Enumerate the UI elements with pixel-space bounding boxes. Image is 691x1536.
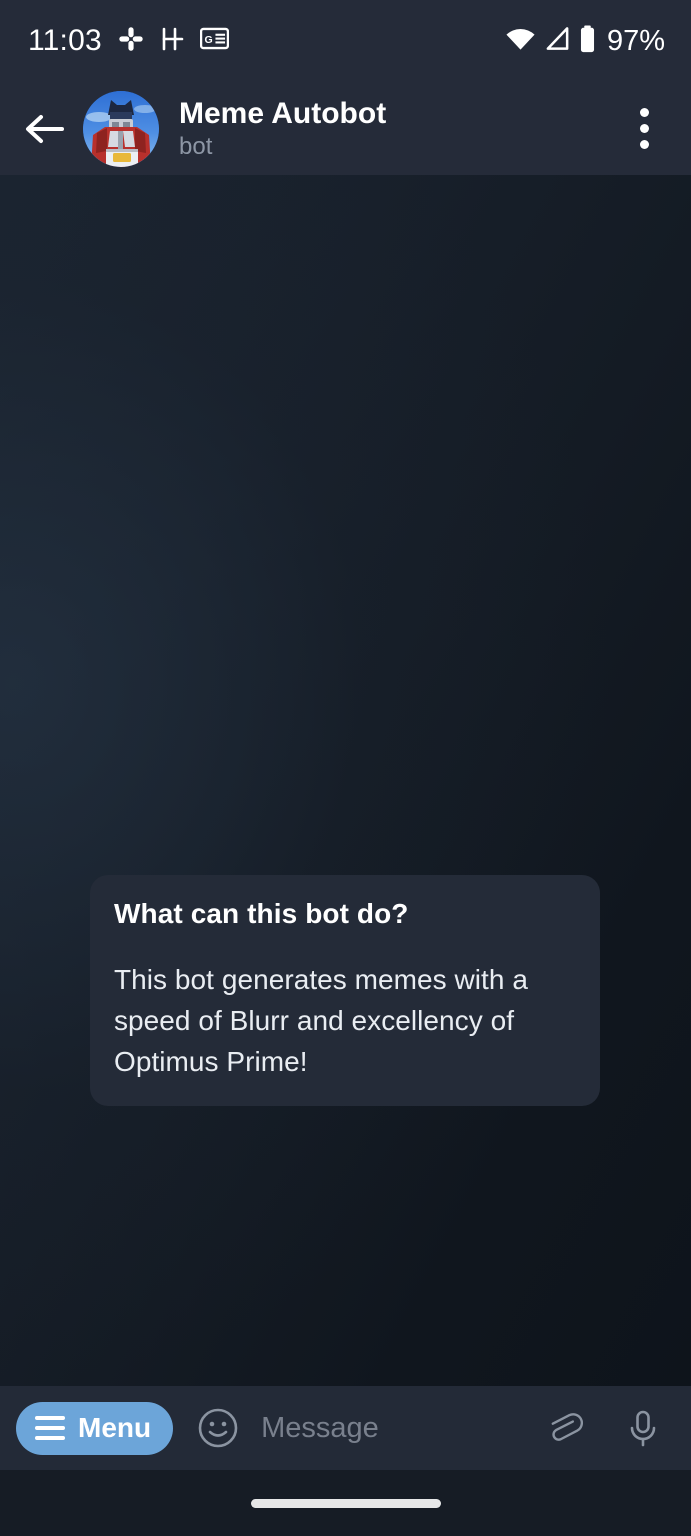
attach-button[interactable] bbox=[537, 1402, 589, 1454]
smiley-icon bbox=[198, 1408, 238, 1448]
overflow-dot bbox=[639, 108, 649, 117]
message-input[interactable] bbox=[261, 1411, 527, 1445]
cellular-signal-icon bbox=[544, 26, 571, 57]
emoji-button[interactable] bbox=[193, 1403, 243, 1453]
slack-icon bbox=[118, 26, 144, 57]
overflow-dot bbox=[639, 140, 649, 149]
chat-header: Meme Autobot bot bbox=[0, 82, 691, 175]
hamburger-icon bbox=[35, 1416, 65, 1440]
bot-menu-button[interactable]: Menu bbox=[16, 1401, 174, 1455]
header-titles[interactable]: Meme Autobot bot bbox=[179, 96, 619, 161]
home-indicator[interactable] bbox=[250, 1498, 441, 1508]
microphone-icon bbox=[630, 1410, 656, 1447]
hubstaff-icon bbox=[160, 26, 184, 57]
status-clock: 11:03 bbox=[28, 24, 102, 57]
overflow-menu-button[interactable] bbox=[619, 97, 669, 161]
system-navigation-bar bbox=[0, 1470, 691, 1536]
chat-message-list[interactable]: What can this bot do? This bot generates… bbox=[0, 175, 691, 1386]
battery-icon bbox=[579, 24, 596, 58]
status-bar-left: 11:03 G bbox=[28, 24, 229, 58]
message-bubble-incoming[interactable]: What can this bot do? This bot generates… bbox=[90, 875, 600, 1106]
wifi-icon bbox=[505, 26, 536, 57]
message-input-bar: Menu bbox=[0, 1386, 691, 1470]
overflow-dot bbox=[639, 124, 649, 133]
message-text: This bot generates memes with a speed of… bbox=[114, 964, 528, 1077]
header-subtitle: bot bbox=[179, 133, 213, 160]
back-button[interactable] bbox=[18, 102, 72, 156]
avatar[interactable] bbox=[83, 90, 159, 167]
status-bar-right: 97% bbox=[505, 25, 665, 58]
paperclip-icon bbox=[551, 1413, 584, 1441]
voice-record-button[interactable] bbox=[617, 1402, 669, 1454]
message-title: What can this bot do? bbox=[114, 898, 409, 929]
page-title: Meme Autobot bbox=[179, 97, 387, 130]
phone-screen: 11:03 G 97% Meme Autobot bot What can th… bbox=[0, 0, 691, 1536]
back-arrow-icon bbox=[26, 114, 64, 143]
google-news-icon: G bbox=[199, 27, 229, 55]
battery-percent-label: 97% bbox=[606, 24, 665, 57]
svg-text:G: G bbox=[204, 34, 212, 46]
bot-menu-label: Menu bbox=[78, 1412, 152, 1443]
status-bar: 11:03 G 97% bbox=[0, 0, 691, 82]
